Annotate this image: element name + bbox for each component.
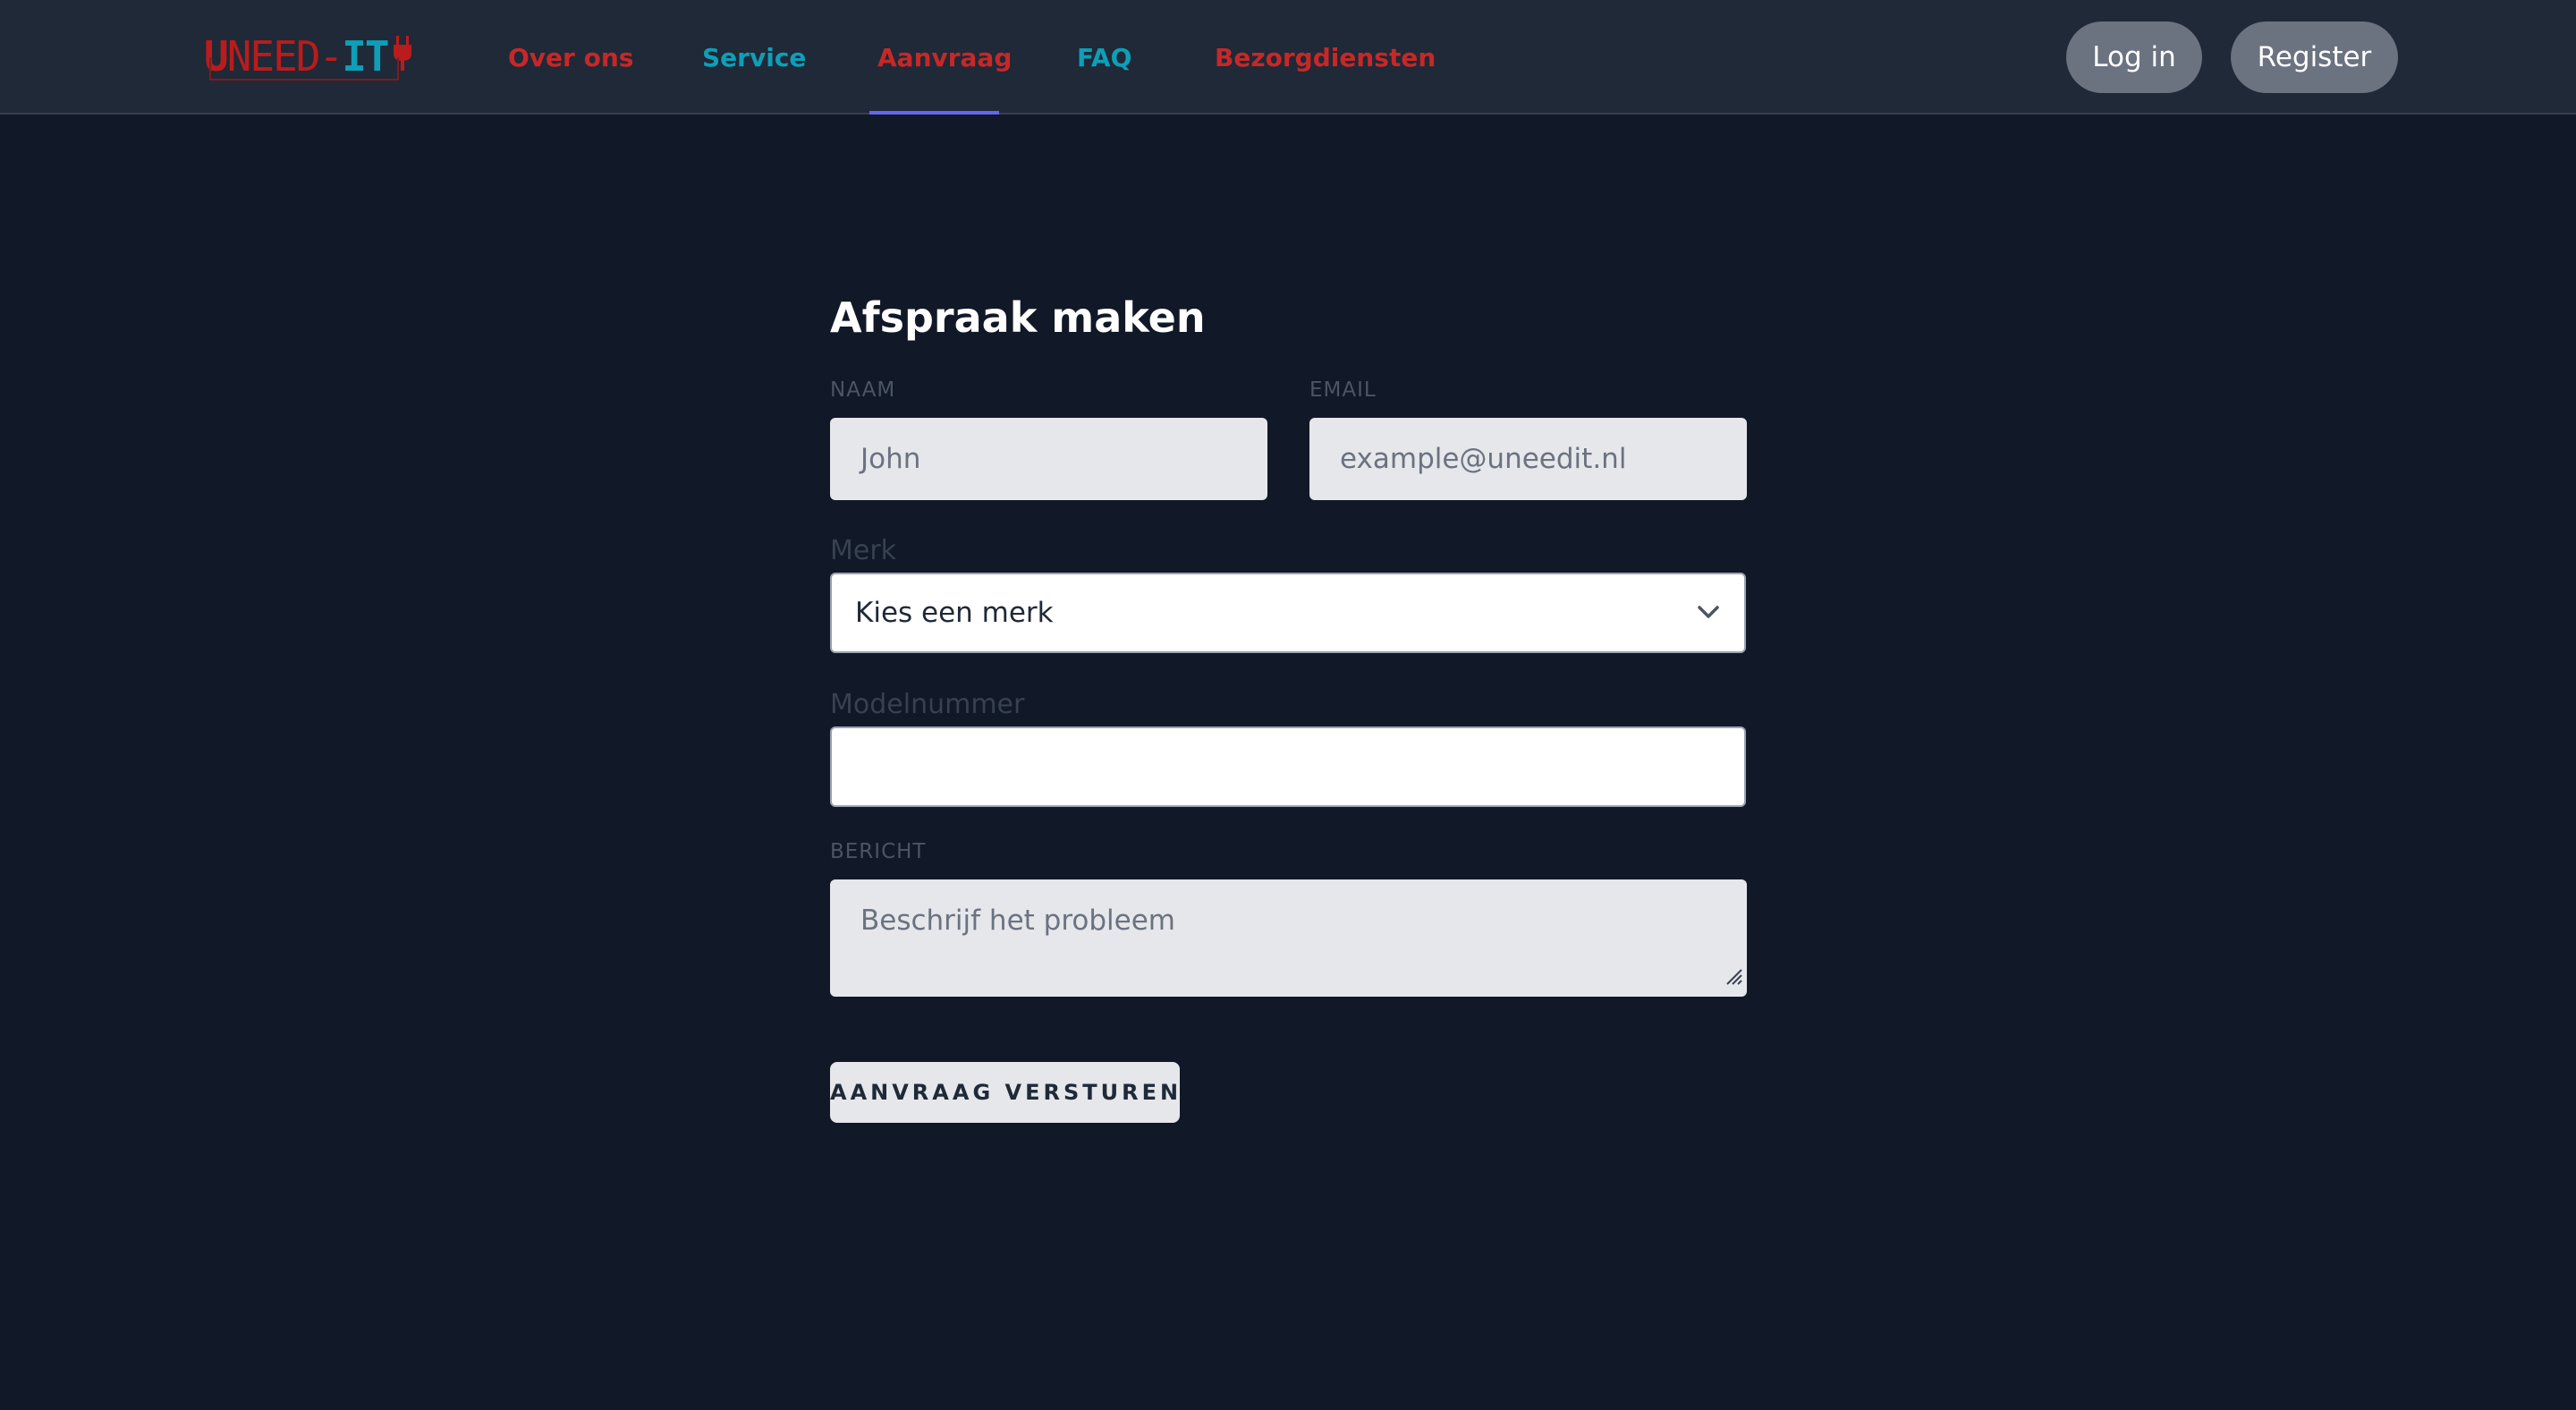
model-input[interactable] xyxy=(830,726,1746,807)
brand-select-value: Kies een merk xyxy=(855,597,1054,629)
name-input[interactable]: John xyxy=(830,418,1267,500)
brand-logo[interactable]: UNEED-IT xyxy=(204,34,413,81)
chevron-down-icon xyxy=(1696,603,1721,624)
nav-over-ons[interactable]: Over ons xyxy=(508,41,633,75)
email-label: EMAIL xyxy=(1309,378,1377,402)
nav-faq[interactable]: FAQ xyxy=(1077,41,1131,75)
nav-bezorgdiensten[interactable]: Bezorgdiensten xyxy=(1215,41,1436,75)
message-label: BERICHT xyxy=(830,840,927,863)
brand-select[interactable]: Kies een merk xyxy=(830,573,1746,653)
nav-aanvraag[interactable]: Aanvraag xyxy=(877,41,1012,75)
submit-button[interactable]: AANVRAAG VERSTUREN xyxy=(830,1062,1180,1123)
page-title: Afspraak maken xyxy=(830,293,1206,342)
message-placeholder: Beschrijf het probleem xyxy=(860,905,1175,937)
logo-underline xyxy=(209,57,399,81)
brand-select-label: Merk xyxy=(830,535,897,566)
login-button[interactable]: Log in xyxy=(2066,21,2202,93)
name-label: NAAM xyxy=(830,378,896,402)
model-label: Modelnummer xyxy=(830,689,1025,720)
message-textarea[interactable]: Beschrijf het probleem xyxy=(830,879,1747,997)
email-input[interactable]: example@uneedit.nl xyxy=(1309,418,1747,500)
register-button[interactable]: Register xyxy=(2231,21,2398,93)
nav-active-indicator xyxy=(869,111,999,115)
nav-service[interactable]: Service xyxy=(702,41,806,75)
top-navigation: UNEED-IT Over ons Service Aanvraag FAQ B… xyxy=(0,0,2576,115)
resize-grip-icon[interactable] xyxy=(1722,961,1743,993)
